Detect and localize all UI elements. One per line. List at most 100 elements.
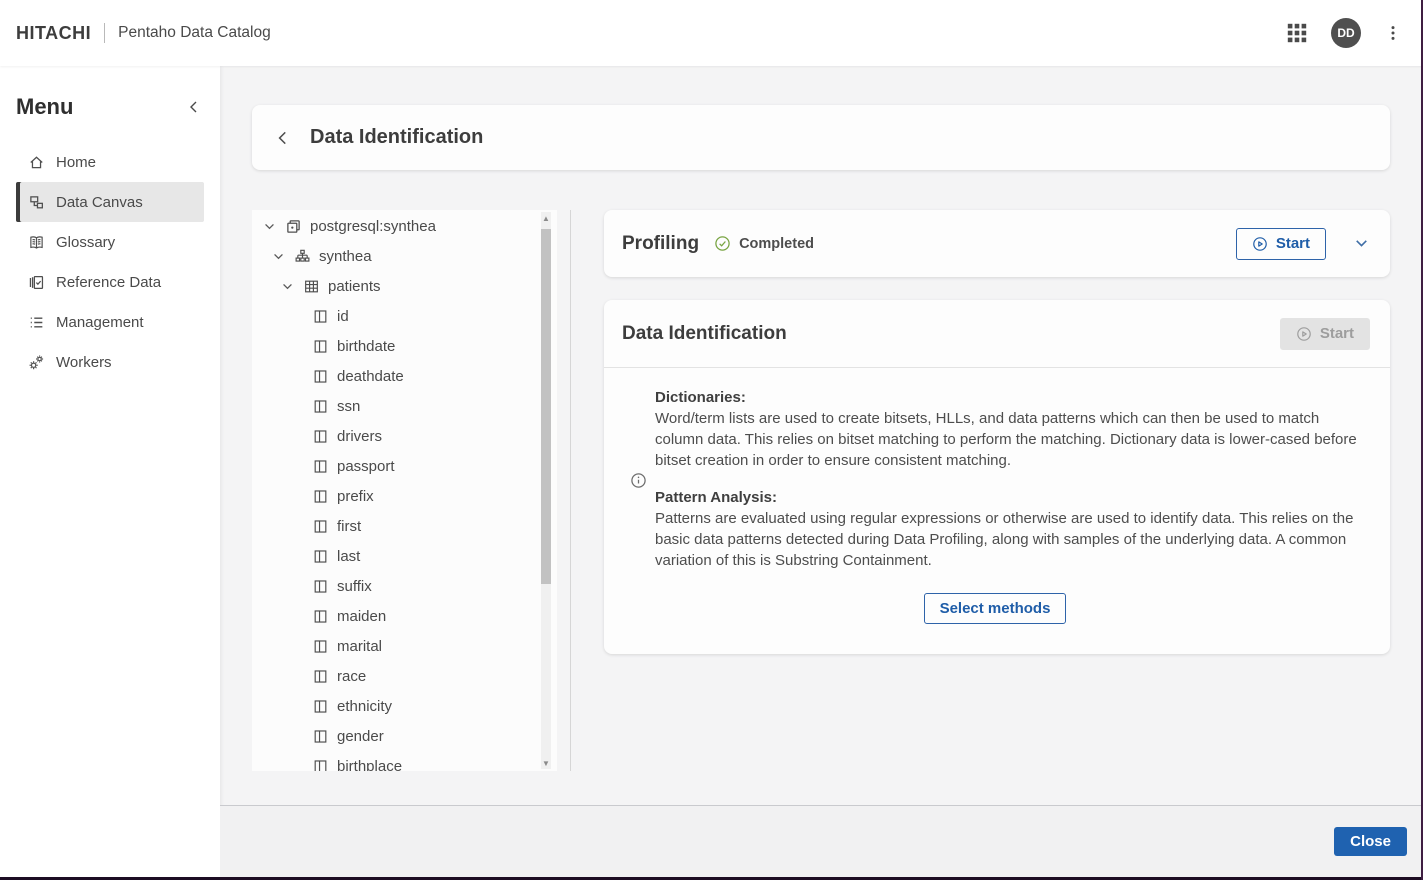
tree-node-race[interactable]: race <box>252 661 557 691</box>
pattern-analysis-description: Patterns are evaluated using regular exp… <box>655 508 1360 571</box>
tree-node-birthplace[interactable]: birthplace <box>252 751 557 771</box>
profiling-status-text: Completed <box>739 236 814 252</box>
info-circle-icon <box>630 389 647 571</box>
chevron-down-icon[interactable] <box>271 249 287 264</box>
chevron-down-icon[interactable] <box>262 219 278 234</box>
tree-node-label: ssn <box>337 398 360 415</box>
sidebar-item-label: Home <box>56 154 96 171</box>
tree-node-label: prefix <box>337 488 374 505</box>
app-grid-icon[interactable] <box>1287 23 1307 43</box>
sidebar-menu: Home Data Canvas Glossary Reference Data Man… <box>0 128 220 382</box>
sidebar-item-reference-data[interactable]: Reference Data <box>16 262 204 302</box>
tree-node-label: synthea <box>319 248 372 265</box>
sidebar-item-workers[interactable]: Workers <box>16 342 204 382</box>
column-icon <box>312 548 329 565</box>
workers-icon <box>28 354 45 371</box>
tree-node-label: birthplace <box>337 758 402 772</box>
panel-divider[interactable] <box>570 210 571 771</box>
tree-node-label: drivers <box>337 428 382 445</box>
sidebar: Menu Home Data Canvas Glossary Reference Da… <box>0 66 220 877</box>
column-icon <box>312 338 329 355</box>
scroll-down-arrow-icon[interactable]: ▼ <box>541 757 551 769</box>
column-icon <box>312 698 329 715</box>
logo-separator <box>104 23 105 43</box>
tree-node-deathdate[interactable]: deathdate <box>252 361 557 391</box>
column-icon <box>312 758 329 772</box>
sidebar-item-data-canvas[interactable]: Data Canvas <box>16 182 204 222</box>
tree-node-ssn[interactable]: ssn <box>252 391 557 421</box>
chevron-down-icon[interactable] <box>280 279 296 294</box>
tree-node-first[interactable]: first <box>252 511 557 541</box>
column-icon <box>312 608 329 625</box>
profiling-status: Completed <box>714 235 814 252</box>
tree-node-label: last <box>337 548 360 565</box>
tree-node-patients[interactable]: patients <box>252 271 557 301</box>
tree-node-label: marital <box>337 638 382 655</box>
back-icon[interactable] <box>274 129 292 147</box>
sidebar-item-management[interactable]: Management <box>16 302 204 342</box>
tree-scrollbar[interactable]: ▲ ▼ <box>541 212 551 769</box>
identification-start-button[interactable]: Start <box>1280 318 1370 350</box>
tree-node-label: birthdate <box>337 338 395 355</box>
tree-node-drivers[interactable]: drivers <box>252 421 557 451</box>
tree-node-label: ethnicity <box>337 698 392 715</box>
tree-node-passport[interactable]: passport <box>252 451 557 481</box>
tree-node-label: passport <box>337 458 395 475</box>
dictionaries-description: Word/term lists are used to create bitse… <box>655 408 1360 471</box>
sidebar-item-home[interactable]: Home <box>16 142 204 182</box>
top-bar: HITACHI Pentaho Data Catalog DD <box>0 0 1423 66</box>
play-circle-icon <box>1252 236 1268 252</box>
column-icon <box>312 518 329 535</box>
scrollbar-thumb[interactable] <box>541 229 551 584</box>
tree-node-label: maiden <box>337 608 386 625</box>
tree-node-synthea[interactable]: synthea <box>252 241 557 271</box>
kebab-menu-icon[interactable] <box>1385 24 1401 42</box>
tree-node-birthdate[interactable]: birthdate <box>252 331 557 361</box>
tree-node-last[interactable]: last <box>252 541 557 571</box>
identification-start-label: Start <box>1320 325 1354 342</box>
data-identification-title: Data Identification <box>622 323 787 345</box>
column-icon <box>312 638 329 655</box>
sidebar-item-label: Data Canvas <box>56 194 143 211</box>
management-icon <box>28 314 45 331</box>
tree-node-maiden[interactable]: maiden <box>252 601 557 631</box>
sidebar-item-label: Glossary <box>56 234 115 251</box>
object-tree: postgresql:synthea synthea patients id birth… <box>252 210 557 771</box>
main-area: Data Identification postgresql:synthea sy… <box>220 66 1423 877</box>
select-methods-button[interactable]: Select methods <box>924 593 1067 624</box>
scroll-up-arrow-icon[interactable]: ▲ <box>541 212 551 224</box>
sidebar-item-label: Reference Data <box>56 274 161 291</box>
page-title: Data Identification <box>310 126 483 149</box>
data-identification-card: Data Identification Start <box>604 300 1390 654</box>
column-icon <box>312 668 329 685</box>
play-circle-icon <box>1296 326 1312 342</box>
column-icon <box>312 428 329 445</box>
column-icon <box>312 368 329 385</box>
chevron-down-icon[interactable] <box>1353 235 1370 252</box>
tree-node-label: patients <box>328 278 381 295</box>
tree-node-label: deathdate <box>337 368 404 385</box>
column-icon <box>312 398 329 415</box>
tree-node-postgresql-synthea[interactable]: postgresql:synthea <box>252 211 557 241</box>
menu-title: Menu <box>16 94 73 120</box>
data-canvas-icon <box>28 194 45 211</box>
profiling-start-label: Start <box>1276 235 1310 252</box>
tree-node-label: gender <box>337 728 384 745</box>
tree-node-prefix[interactable]: prefix <box>252 481 557 511</box>
tree-node-ethnicity[interactable]: ethnicity <box>252 691 557 721</box>
column-icon <box>312 308 329 325</box>
tree-node-marital[interactable]: marital <box>252 631 557 661</box>
tree-node-id[interactable]: id <box>252 301 557 331</box>
profiling-start-button[interactable]: Start <box>1236 228 1326 260</box>
tree-node-gender[interactable]: gender <box>252 721 557 751</box>
sidebar-item-glossary[interactable]: Glossary <box>16 222 204 262</box>
pattern-analysis-heading: Pattern Analysis: <box>655 487 1360 508</box>
tree-node-label: postgresql:synthea <box>310 218 436 235</box>
collapse-sidebar-icon[interactable] <box>186 99 202 115</box>
tree-node-suffix[interactable]: suffix <box>252 571 557 601</box>
close-button[interactable]: Close <box>1334 827 1407 856</box>
object-tree-panel: postgresql:synthea synthea patients id birth… <box>252 210 557 771</box>
column-icon <box>312 458 329 475</box>
user-avatar[interactable]: DD <box>1331 18 1361 48</box>
sidebar-item-label: Workers <box>56 354 112 371</box>
